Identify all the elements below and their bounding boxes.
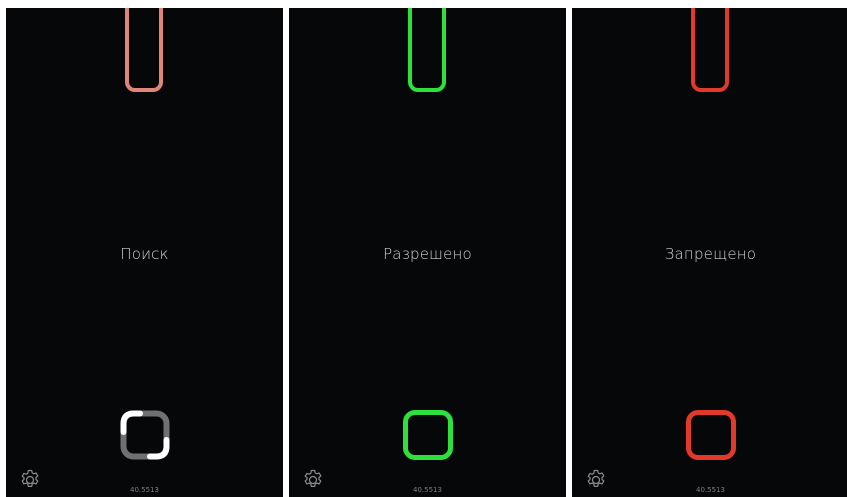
allowed-square-icon — [403, 410, 453, 460]
screen-denied: Запрещено 40.5513 — [572, 8, 847, 497]
version-label: 40.5513 — [696, 486, 725, 494]
version-label: 40.5513 — [413, 486, 442, 494]
indicator-frame — [403, 410, 453, 460]
screen-allowed: Разрешено 40.5513 — [289, 8, 566, 497]
status-label: Разрешено — [383, 245, 472, 263]
spinner-track — [120, 410, 170, 460]
indicator-frame — [686, 410, 736, 460]
scan-slot-indicator — [125, 8, 163, 92]
status-label: Запрещено — [664, 245, 757, 263]
screenshot-gallery: Поиск 40.5513 Разрешено 40.5513 Запрещен… — [0, 0, 847, 497]
version-label: 40.5513 — [130, 486, 159, 494]
status-label: Поиск — [120, 245, 169, 263]
spinner-graphic — [120, 410, 170, 460]
searching-spinner-icon — [120, 410, 170, 460]
spinner-arc-top-left — [120, 410, 143, 435]
denied-square-icon — [686, 410, 736, 460]
spinner-arc-bottom-right — [147, 437, 170, 460]
scan-slot-indicator — [408, 8, 446, 92]
screen-searching: Поиск 40.5513 — [6, 8, 283, 497]
scan-slot-indicator — [691, 8, 729, 92]
